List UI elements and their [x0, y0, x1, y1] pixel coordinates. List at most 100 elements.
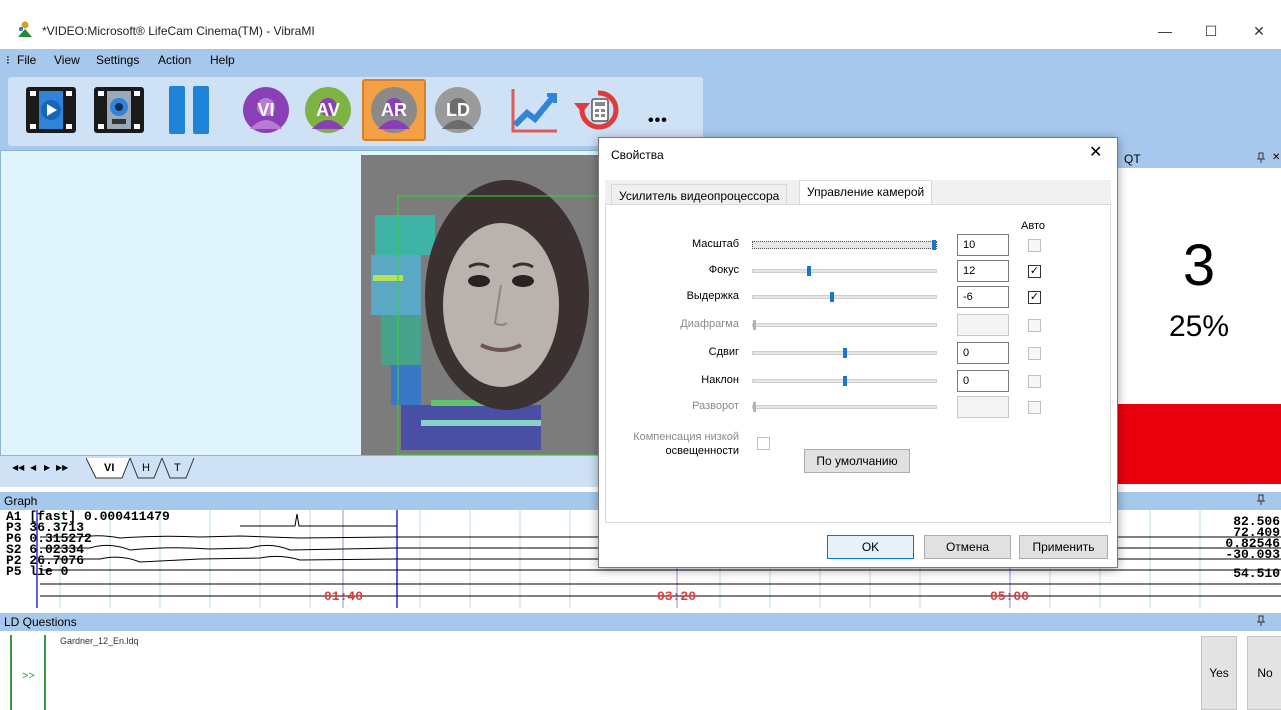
nav-last-button[interactable]: ▶▶ — [56, 463, 68, 472]
zoom-slider-track[interactable] — [752, 241, 937, 249]
pan-label: Сдвиг — [708, 346, 739, 358]
graph-time-1: 01:40 — [324, 589, 364, 604]
graph-right-value-4: -30.093 — [1225, 547, 1280, 562]
menu-settings[interactable]: Settings — [96, 53, 139, 67]
menu-view[interactable]: View — [54, 53, 80, 67]
menu-help[interactable]: Help — [210, 53, 235, 67]
check-icon: ✓ — [1029, 265, 1040, 277]
menu-action[interactable]: Action — [158, 53, 191, 67]
exposure-slider-thumb[interactable] — [829, 292, 834, 302]
low-light-checkbox[interactable] — [757, 437, 770, 450]
low-light-label-2: освещенности — [665, 445, 739, 457]
minimize-button[interactable]: — — [1142, 14, 1188, 48]
av-label: AV — [316, 100, 340, 120]
exposure-auto-checkbox[interactable]: ✓ — [1028, 291, 1041, 304]
tab-video-proc-amp[interactable]: Усилитель видеопроцессора — [611, 184, 788, 206]
chart-button[interactable] — [505, 83, 563, 137]
vi-button[interactable]: VI — [239, 83, 293, 137]
close-button[interactable]: ✕ — [1236, 14, 1281, 48]
pan-auto-checkbox[interactable] — [1028, 347, 1041, 360]
face-video-image — [361, 155, 599, 455]
tilt-value-field[interactable]: 0 — [957, 370, 1009, 392]
dialog-close-button[interactable]: ✕ — [1089, 142, 1102, 162]
ld-next-arrow[interactable]: >> — [22, 670, 35, 682]
roll-slider-track — [752, 405, 937, 409]
zoom-slider-thumb[interactable] — [932, 240, 936, 250]
qt-percent: 25% — [1168, 310, 1230, 343]
menu-bar — [0, 49, 1281, 73]
focus-label: Фокус — [708, 264, 739, 276]
webcam-icon — [94, 87, 144, 133]
pause-button[interactable] — [163, 83, 217, 137]
auto-header: Авто — [1021, 220, 1045, 232]
graph-left-labels: A1 [fast] 0.000411479 P3 36.3713 P6 0.31… — [6, 510, 170, 578]
qt-title: QT — [1124, 152, 1141, 166]
chart-icon — [511, 89, 557, 133]
ld-button[interactable]: LD — [431, 83, 485, 137]
more-options-button[interactable]: ••• — [648, 112, 668, 130]
tilt-auto-checkbox[interactable] — [1028, 375, 1041, 388]
ld-questions-panel — [0, 631, 1281, 710]
tab-t[interactable]: T — [174, 462, 181, 474]
ld-label: LD — [446, 100, 470, 120]
pan-value-field[interactable]: 0 — [957, 342, 1009, 364]
tab-vi[interactable]: VI — [104, 462, 114, 474]
tab-camera-control[interactable]: Управление камерой — [799, 180, 933, 206]
vi-label: VI — [257, 100, 274, 120]
play-video-button[interactable] — [22, 83, 80, 137]
graph-pin-icon[interactable] — [1256, 494, 1266, 509]
roll-label: Разворот — [692, 400, 739, 412]
ar-label: AR — [381, 100, 407, 120]
webcam-button[interactable] — [90, 83, 148, 137]
window-title: *VIDEO:Microsoft® LifeCam Cinema(TM) - V… — [42, 24, 315, 38]
focus-slider-track[interactable] — [752, 269, 937, 273]
ok-button[interactable]: OK — [827, 535, 914, 559]
iris-label: Диафрагма — [680, 318, 739, 330]
exposure-slider-track[interactable] — [752, 295, 937, 299]
graph-time-2: 03:20 — [657, 589, 697, 604]
graph-title: Graph — [4, 494, 38, 508]
pause-icon — [169, 86, 209, 134]
ar-button[interactable]: AR — [367, 83, 421, 137]
pan-slider-thumb[interactable] — [842, 348, 847, 358]
maximize-button[interactable]: ☐ — [1188, 14, 1234, 48]
zoom-value-field[interactable]: 10 — [957, 234, 1009, 256]
cancel-button[interactable]: Отмена — [924, 535, 1011, 559]
dialog-title: Свойства — [611, 148, 664, 162]
iris-value-field — [957, 314, 1009, 336]
zoom-auto-checkbox[interactable] — [1028, 239, 1041, 252]
default-button[interactable]: По умолчанию — [804, 449, 910, 473]
apply-button[interactable]: Применить — [1019, 535, 1108, 559]
menu-file[interactable]: File — [17, 53, 36, 67]
iris-slider-track — [752, 323, 937, 327]
play-video-icon — [26, 87, 76, 133]
roll-slider-thumb — [753, 402, 756, 412]
roll-value-field — [957, 396, 1009, 418]
focus-slider-thumb[interactable] — [806, 266, 811, 276]
yes-button[interactable]: Yes — [1201, 636, 1237, 710]
qt-close-icon[interactable]: ✕ — [1272, 152, 1280, 163]
tilt-label: Наклон — [701, 374, 739, 386]
roll-auto-checkbox — [1028, 401, 1041, 414]
reset-calculator-button[interactable] — [568, 83, 628, 137]
ld-questions-header — [0, 613, 1281, 631]
tab-h[interactable]: H — [142, 462, 150, 474]
nav-prev-button[interactable]: ◀ — [30, 463, 36, 472]
ld-questions-title: LD Questions — [4, 615, 77, 629]
nav-next-button[interactable]: ▶ — [44, 463, 50, 472]
video-frame — [361, 155, 599, 455]
nav-first-button[interactable]: ◀◀ — [12, 463, 24, 472]
no-button[interactable]: No — [1247, 636, 1281, 710]
exposure-value-field[interactable]: -6 — [957, 286, 1009, 308]
iris-auto-checkbox — [1028, 319, 1041, 332]
av-button[interactable]: AV — [301, 83, 355, 137]
qt-pin-icon[interactable] — [1256, 152, 1266, 167]
ld-pin-icon[interactable] — [1256, 615, 1266, 630]
check-icon: ✓ — [1029, 291, 1040, 303]
focus-auto-checkbox[interactable]: ✓ — [1028, 265, 1041, 278]
tilt-slider-thumb[interactable] — [842, 376, 847, 386]
graph-right-values: 82.506 72.409 0.82546 -30.093 54.510 — [1200, 515, 1280, 580]
qt-value: 3 — [1182, 233, 1216, 298]
app-icon — [16, 20, 34, 38]
focus-value-field[interactable]: 12 — [957, 260, 1009, 282]
